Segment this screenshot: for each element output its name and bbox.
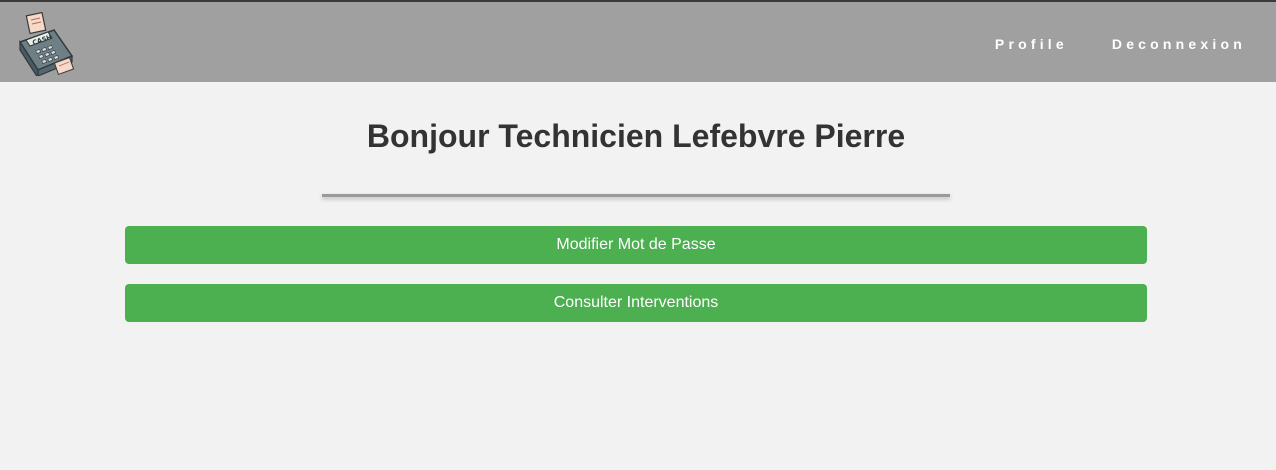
main-content: Bonjour Technicien Lefebvre Pierre Modif… (0, 82, 1276, 470)
profile-link[interactable]: Profile (995, 36, 1068, 52)
nav-links: Profile Deconnexion (995, 36, 1246, 52)
logout-link[interactable]: Deconnexion (1112, 36, 1246, 52)
view-interventions-button[interactable]: Consulter Interventions (125, 284, 1147, 322)
top-navbar: CASH Profile Deconnexion (0, 0, 1276, 82)
page-title: Bonjour Technicien Lefebvre Pierre (366, 118, 906, 154)
title-divider (322, 194, 950, 197)
cash-register-icon[interactable]: CASH (14, 11, 80, 81)
change-password-button[interactable]: Modifier Mot de Passe (125, 226, 1147, 264)
